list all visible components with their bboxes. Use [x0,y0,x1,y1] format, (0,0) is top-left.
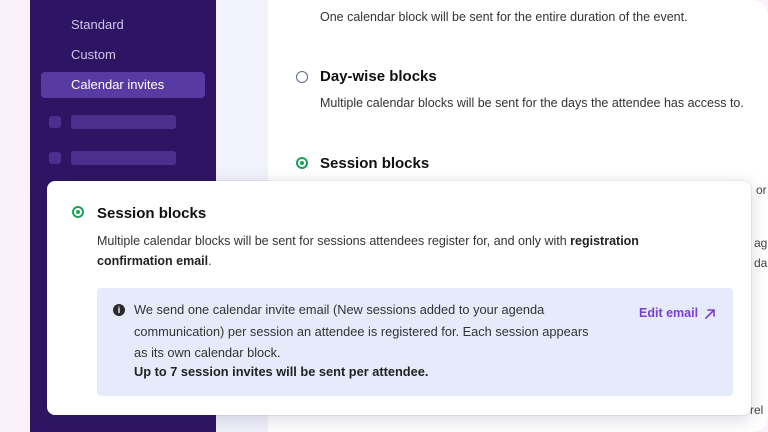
session-blocks-card-desc: Multiple calendar blocks will be sent fo… [97,231,697,271]
sidebar-skeleton-bar [71,151,176,165]
background-text-fragment: or [756,183,767,197]
day-wise-option-desc: Multiple calendar blocks will be sent fo… [320,96,744,110]
background-text-fragment: da [754,256,768,270]
background-text-fragment: rel [750,403,764,417]
info-callout: i We send one calendar invite email (New… [97,288,733,396]
whole-event-option-desc: One calendar block will be sent for the … [320,10,688,24]
info-icon: i [113,304,125,316]
background-text-fragment: ag [754,236,768,250]
edit-email-link[interactable]: Edit email [639,306,698,320]
session-blocks-card: Session blocks Multiple calendar blocks … [47,181,751,415]
sidebar-skeleton-icon [49,152,61,164]
session-blocks-desc-suffix: . [208,254,212,268]
day-wise-option-title[interactable]: Day-wise blocks [320,68,437,85]
sidebar-item-calendar-invites[interactable]: Calendar invites [41,72,205,98]
sidebar-item-standard[interactable]: Standard [41,12,205,38]
session-blocks-card-title: Session blocks [97,205,207,222]
day-wise-radio[interactable] [296,71,308,83]
info-callout-text: We send one calendar invite email (New s… [134,302,589,360]
info-callout-limit: Up to 7 session invites will be sent per… [134,364,429,379]
session-blocks-selected-radio[interactable] [72,206,84,218]
sidebar-skeleton-icon [49,116,61,128]
session-blocks-option-title[interactable]: Session blocks [320,155,429,172]
external-arrow-icon[interactable] [703,307,717,321]
session-blocks-desc-prefix: Multiple calendar blocks will be sent fo… [97,234,571,248]
session-blocks-radio[interactable] [296,157,308,169]
sidebar-skeleton-bar [71,115,176,129]
sidebar-item-custom[interactable]: Custom [41,42,205,68]
